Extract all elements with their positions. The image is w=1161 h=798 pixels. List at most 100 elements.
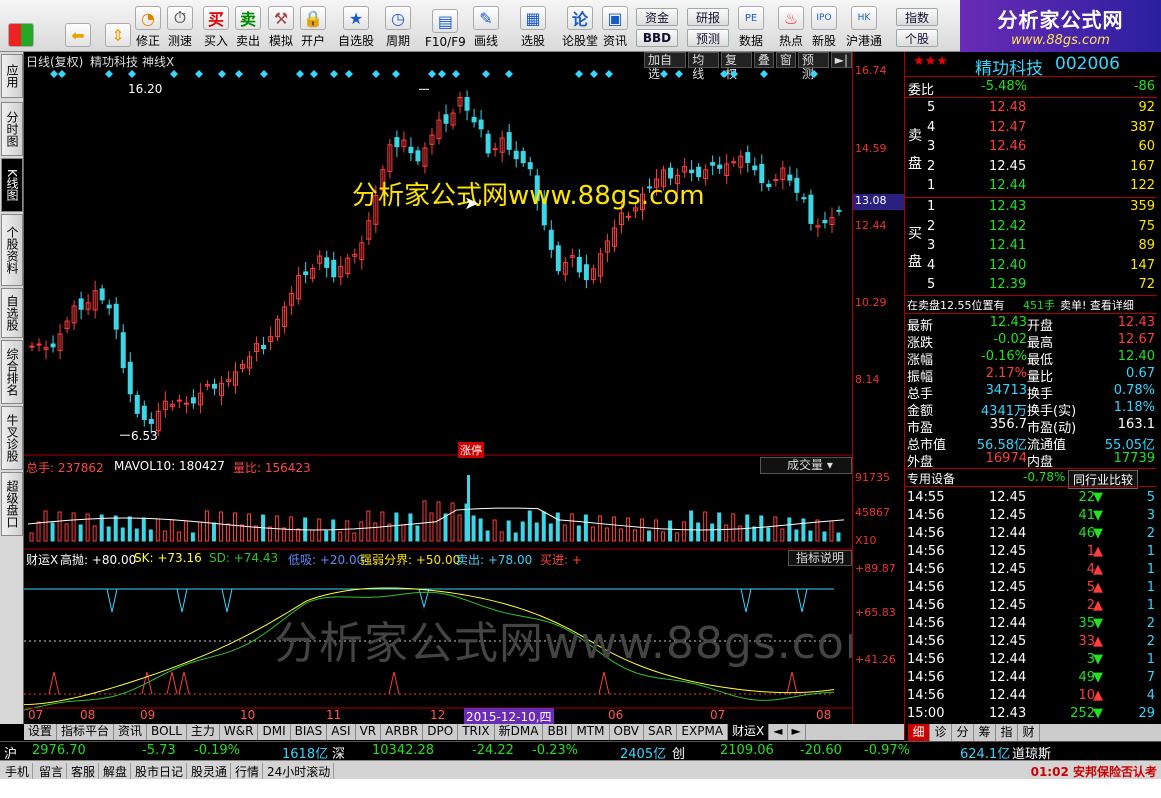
tab-indicator[interactable]: 设置 — [24, 724, 58, 740]
tab-right-panel[interactable]: 诊 — [930, 724, 952, 741]
order-info-row[interactable]: 在卖盘12.55位置有 451手 卖单! 查看详细 — [905, 296, 1157, 312]
fund-button[interactable]: 资金 — [636, 8, 678, 26]
news-button[interactable]: ▣ 资讯 — [602, 3, 628, 49]
candle-body — [555, 245, 561, 272]
volume-bar — [724, 524, 729, 542]
tab-indicator[interactable]: BIAS — [291, 724, 328, 740]
tab-indicator[interactable]: W&R — [220, 724, 259, 740]
chart-area[interactable]: 日线(复权) 精功科技 神线X 加自选 均线 复权 叠 窗 预测 ►| 16.2… — [24, 52, 888, 725]
tab-kline[interactable]: K线图 — [1, 158, 23, 212]
draw-line-button[interactable]: ✎ 画线 — [473, 3, 499, 49]
tab-indicator[interactable]: ASI — [327, 724, 356, 740]
weibi-row: 委比 -5.48% -86 — [905, 78, 1157, 98]
tab-right-panel[interactable]: 筹 — [974, 724, 996, 741]
tab-indicator[interactable]: VR — [356, 724, 382, 740]
status-message[interactable]: 留言 — [36, 763, 68, 780]
order-volume: 75 — [1138, 218, 1155, 234]
arrow-up-icon: ▲ — [1093, 634, 1103, 649]
back-button[interactable]: ⬅ — [65, 3, 91, 49]
tab-indicator[interactable]: 指标平台 — [57, 724, 115, 740]
tab-indicator[interactable]: OBV — [610, 724, 645, 740]
report-button[interactable]: 研报 — [687, 8, 729, 26]
favorites-button[interactable]: ★ 自选股 — [338, 3, 374, 49]
tick-time: 15:00 — [907, 706, 945, 721]
hk-connect-button[interactable]: HK 沪港通 — [846, 3, 882, 49]
forum-button[interactable]: 论论股堂 — [562, 3, 598, 49]
tab-indicator[interactable]: EXPMA — [677, 724, 729, 740]
tab-indicator[interactable]: 财运X — [728, 724, 770, 740]
candle-body — [506, 132, 512, 150]
buy-spike — [786, 671, 798, 695]
tab-app[interactable]: 应用 — [1, 54, 23, 98]
stat-value: -0.16% — [981, 349, 1027, 364]
ind-help-button[interactable]: 指标说明 — [788, 550, 852, 566]
index-button[interactable]: 指数 — [896, 8, 938, 26]
open-account-button[interactable]: 🔒 开户 — [300, 3, 326, 49]
tab-indicator[interactable]: 主力 — [187, 724, 220, 740]
stat-value: 1.18% — [1113, 400, 1155, 415]
status-mobile[interactable]: 手机 — [2, 763, 34, 780]
candle-body — [576, 256, 582, 273]
tab-indicator[interactable]: 新DMA — [495, 724, 544, 740]
vol-select[interactable]: 成交量 ▾ — [760, 457, 852, 474]
sell-button[interactable]: 卖卖出 — [235, 3, 261, 49]
tab-favorites[interactable]: 自选股 — [1, 288, 23, 338]
status-service[interactable]: 客服 — [68, 763, 100, 780]
bbd-button[interactable]: BBD — [636, 29, 678, 47]
tab-indicator[interactable]: TRIX — [458, 724, 495, 740]
tab-right-panel[interactable]: 分 — [952, 724, 974, 741]
data-button[interactable]: PE 数据 — [738, 3, 764, 49]
tab-indicator[interactable]: BOLL — [147, 724, 187, 740]
rating-stars-icon: ★★★ — [913, 54, 948, 69]
hotspot-button[interactable]: ♨ 热点 — [778, 3, 804, 49]
status-stockspirit[interactable]: 股灵通 — [188, 763, 232, 780]
tab-right-panel[interactable]: 指 — [996, 724, 1018, 741]
tab-indicator[interactable]: ARBR — [381, 724, 424, 740]
single-stock-button[interactable]: 个股 — [896, 29, 938, 47]
status-news-ticker[interactable]: 01:02 安邦保险否认考 — [1031, 763, 1157, 780]
scroll-left-icon[interactable]: ◄ — [769, 724, 788, 740]
status-analysis[interactable]: 解盘 — [100, 763, 132, 780]
status-market[interactable]: 行情 — [232, 763, 264, 780]
fix-button[interactable]: ◔ 修正 — [135, 3, 161, 49]
signal-diamond-icon — [605, 70, 613, 78]
grid-icon[interactable] — [8, 3, 34, 49]
status-24h[interactable]: 24小时滚动 — [264, 763, 335, 780]
updown-button[interactable]: ⇕ — [105, 3, 131, 49]
tab-indicator[interactable]: 资讯 — [114, 724, 148, 740]
f10-button[interactable]: ▤ F10/F9 — [425, 3, 466, 49]
signal-diamond-icon — [660, 70, 668, 78]
volume-bar — [78, 524, 83, 542]
ind-gaopao: 高抛: +80.00 — [60, 553, 137, 567]
volume-bar — [401, 524, 406, 542]
period-button[interactable]: ◷ 周期 — [385, 3, 411, 49]
tab-right-panel[interactable]: 细 — [908, 724, 930, 741]
tab-indicator[interactable]: BBI — [543, 724, 573, 740]
order-volume: 167 — [1130, 158, 1155, 174]
signal-diamond-icon — [128, 70, 136, 78]
simulate-button[interactable]: ⚒ 模拟 — [268, 3, 294, 49]
tab-diagnosis[interactable]: 牛叉诊股 — [1, 406, 23, 470]
ipo-button[interactable]: IPO 新股 — [811, 3, 837, 49]
speed-button[interactable]: ⏱ 测速 — [167, 3, 193, 49]
tab-intraday[interactable]: 分时图 — [1, 102, 23, 156]
volume-bar — [604, 527, 609, 542]
tab-super-panel[interactable]: 超级盘口 — [1, 472, 23, 536]
tab-indicator[interactable]: DPO — [423, 724, 459, 740]
ind-name: 财运X — [26, 553, 59, 567]
status-diary[interactable]: 股市日记 — [132, 763, 188, 780]
tab-right-panel[interactable]: 财 — [1018, 724, 1040, 741]
tab-ranking[interactable]: 综合排名 — [1, 340, 23, 404]
tab-indicator[interactable]: SAR — [644, 724, 678, 740]
scroll-right-icon[interactable]: ► — [788, 724, 806, 740]
info-tail[interactable]: 卖单! 查看详细 — [1060, 297, 1134, 313]
tab-stock-info[interactable]: 个股资料 — [1, 214, 23, 286]
axis-label-1: 16.74 — [855, 64, 887, 77]
select-stock-button[interactable]: ▦ 选股 — [520, 3, 546, 49]
tab-indicator[interactable]: MTM — [572, 724, 610, 740]
buy-button[interactable]: 买买入 — [203, 3, 229, 49]
volume-bar — [485, 530, 490, 542]
volume-bar — [534, 522, 539, 542]
tab-indicator[interactable]: DMI — [258, 724, 291, 740]
forecast-button[interactable]: 预测 — [687, 29, 729, 47]
